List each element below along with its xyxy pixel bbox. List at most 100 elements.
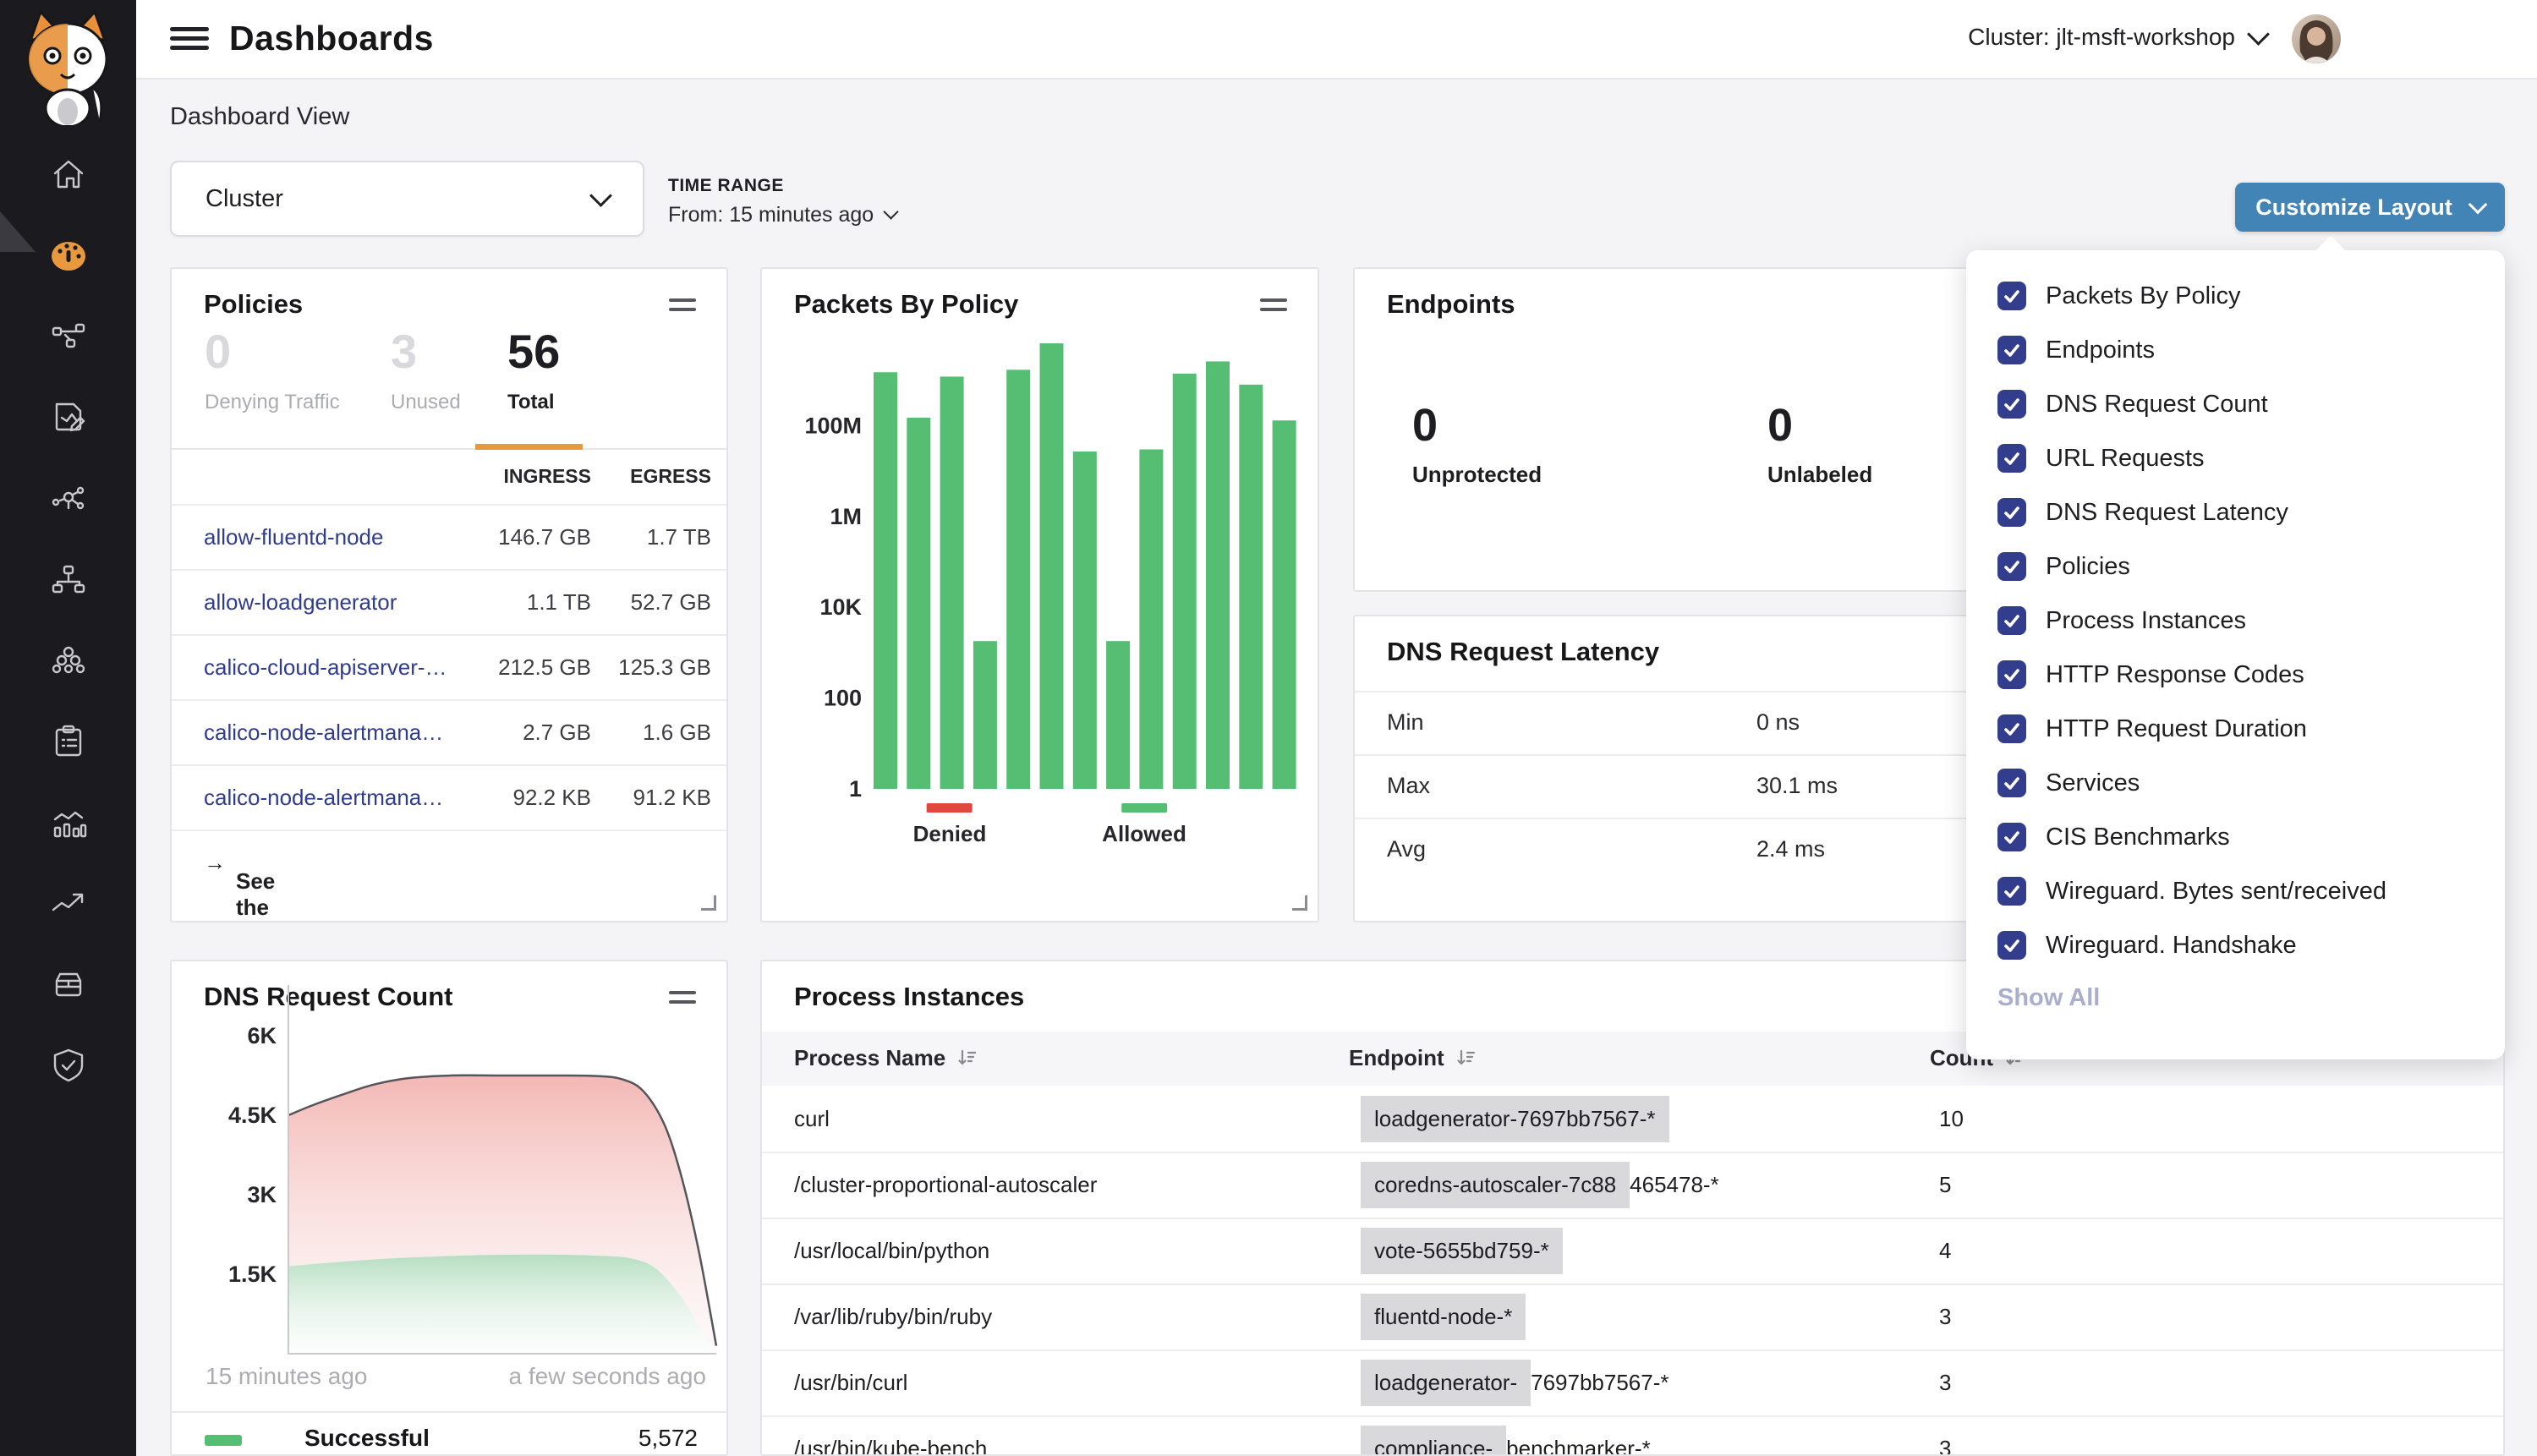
storage-icon	[48, 964, 89, 1004]
cluster-selector[interactable]: Cluster: jlt-msft-workshop	[1968, 24, 2266, 51]
checkbox-checked-icon[interactable]	[1997, 336, 2026, 364]
dns-request-count-panel: DNS Request Count 1.5K3K4.5K6K15 minutes…	[170, 960, 728, 1456]
time-range-control[interactable]: TIME RANGE From: 15 minutes ago	[668, 176, 896, 227]
layout-option-packets-by-policy[interactable]: Packets By Policy	[1966, 269, 2505, 323]
svg-text:4.5K: 4.5K	[228, 1103, 277, 1128]
dns-count-legend: Successful 5,572	[172, 1411, 728, 1456]
sidebar-item-dashboards[interactable]	[0, 216, 136, 297]
checkbox-checked-icon[interactable]	[1997, 390, 2026, 419]
process-name: /cluster-proportional-autoscaler	[794, 1172, 1097, 1198]
policies-panel: Policies 0Denying Traffic3Unused56Total …	[170, 267, 728, 922]
sidebar-item-service-graph[interactable]	[0, 296, 136, 377]
policies-stats: 0Denying Traffic 3Unused 56Total	[172, 328, 726, 430]
layout-option-dns-request-latency[interactable]: DNS Request Latency	[1966, 485, 2505, 539]
policies-tab-denying-traffic[interactable]: 0Denying Traffic	[205, 328, 340, 414]
process-name: /usr/bin/curl	[794, 1370, 907, 1396]
policy-link[interactable]: allow-loadgenerator	[204, 589, 397, 616]
policy-row: calico-cloud-apiserver-… 212.5 GB 125.3 GB	[172, 634, 726, 699]
customize-layout-button[interactable]: Customize Layout	[2235, 183, 2505, 232]
customize-layout-label: Customize Layout	[2255, 194, 2452, 221]
policy-link[interactable]: calico-node-alertmana…	[204, 785, 443, 811]
calico-cat-logo[interactable]	[15, 7, 120, 125]
calico-cloud-dashboard: Dashboards Cluster: jlt-msft-workshop Da…	[0, 0, 2537, 1456]
layout-option-cis-benchmarks[interactable]: CIS Benchmarks	[1966, 810, 2505, 864]
sidebar-item-statistics[interactable]	[0, 782, 136, 863]
legend-denied[interactable]: Denied	[913, 803, 987, 847]
policy-link[interactable]: calico-node-alertmana…	[204, 720, 443, 746]
checkbox-checked-icon[interactable]	[1997, 769, 2026, 797]
sidebar-item-network-sets[interactable]	[0, 458, 136, 539]
ingress-value: 212.5 GB	[498, 654, 591, 681]
layout-option-services[interactable]: Services	[1966, 756, 2505, 810]
menu-icon[interactable]	[170, 22, 209, 56]
checkbox-checked-icon[interactable]	[1997, 823, 2026, 851]
layout-option-http-request-duration[interactable]: HTTP Request Duration	[1966, 702, 2505, 756]
checkbox-checked-icon[interactable]	[1997, 498, 2026, 527]
layout-option-wireguard-bytes-sent-received[interactable]: Wireguard. Bytes sent/received	[1966, 864, 2505, 918]
sidebar-item-workloads[interactable]	[0, 620, 136, 701]
packets-by-policy-panel: Packets By Policy 110010K1M100M DeniedAl…	[760, 267, 1319, 922]
policy-link[interactable]: calico-cloud-apiserver-…	[204, 654, 447, 681]
layout-option-url-requests[interactable]: URL Requests	[1966, 431, 2505, 485]
process-row: /usr/bin/curlloadgenerator-7697bb7567-*3	[762, 1349, 2503, 1417]
sidebar-item-storage[interactable]	[0, 944, 136, 1025]
successful-swatch	[205, 1435, 242, 1446]
endpoint-cell: loadgenerator-7697bb7567-*	[1361, 1360, 1669, 1406]
process-name: /var/lib/ruby/bin/ruby	[794, 1304, 992, 1330]
egress-value: 1.6 GB	[643, 720, 711, 746]
checkbox-checked-icon[interactable]	[1997, 714, 2026, 743]
checkbox-checked-icon[interactable]	[1997, 931, 2026, 960]
process-row: /cluster-proportional-autoscalercoredns-…	[762, 1152, 2503, 1219]
dropdown-caret	[2315, 236, 2347, 267]
checkbox-checked-icon[interactable]	[1997, 606, 2026, 635]
sort-by-process-name[interactable]: Process Name	[794, 1045, 978, 1071]
egress-value: 125.3 GB	[618, 654, 711, 681]
compliance-reports-icon	[48, 721, 89, 762]
sort-by-endpoint[interactable]: Endpoint	[1349, 1045, 1477, 1071]
endpoint-cell: loadgenerator-7697bb7567-*	[1361, 1096, 1669, 1142]
user-avatar[interactable]	[2292, 14, 2341, 63]
checkbox-checked-icon[interactable]	[1997, 444, 2026, 473]
layout-option-endpoints[interactable]: Endpoints	[1966, 323, 2505, 377]
layout-option-dns-request-count[interactable]: DNS Request Count	[1966, 377, 2505, 431]
sidebar-item-compliance-reports[interactable]	[0, 701, 136, 782]
count-value: 5	[1939, 1172, 1951, 1198]
sidebar-item-hosts[interactable]	[0, 539, 136, 621]
layout-option-process-instances[interactable]: Process Instances	[1966, 594, 2505, 648]
svg-text:1: 1	[849, 776, 862, 802]
drag-handle-icon[interactable]	[669, 293, 696, 317]
checkbox-checked-icon[interactable]	[1997, 282, 2026, 310]
cluster-selector-label: Cluster: jlt-msft-workshop	[1968, 24, 2235, 51]
sidebar-item-timeline[interactable]	[0, 862, 136, 944]
dashboard-view-label: Dashboard View	[170, 103, 349, 131]
policy-row: allow-loadgenerator1.1 TB52.7 GB	[172, 569, 726, 634]
ingress-column-header: INGRESS	[503, 465, 591, 488]
see-full-list-link[interactable]: → See the full list	[172, 829, 726, 895]
layout-option-http-response-codes[interactable]: HTTP Response Codes	[1966, 648, 2505, 702]
successful-label: Successful	[304, 1425, 430, 1452]
policies-tab-total[interactable]: 56Total	[507, 328, 560, 414]
egress-value: 1.7 TB	[647, 524, 711, 550]
sidebar-item-threat-defense[interactable]	[0, 1025, 136, 1106]
resize-handle[interactable]	[701, 895, 716, 911]
policy-link[interactable]: allow-fluentd-node	[204, 524, 383, 550]
policy-row: calico-node-alertmana…2.7 GB1.6 GB	[172, 699, 726, 764]
process-row: /usr/local/bin/pythonvote-5655bd759-*4	[762, 1218, 2503, 1285]
resize-handle[interactable]	[1292, 895, 1307, 911]
policies-tab-unused[interactable]: 3Unused	[391, 328, 461, 414]
legend-allowed[interactable]: Allowed	[1102, 803, 1186, 847]
process-name: /usr/bin/kube-bench	[794, 1436, 987, 1456]
policies-icon	[48, 397, 89, 438]
hosts-icon	[48, 560, 89, 600]
checkbox-checked-icon[interactable]	[1997, 552, 2026, 581]
egress-column-header: EGRESS	[630, 465, 711, 488]
layout-option-wireguard-handshake[interactable]: Wireguard. Handshake	[1966, 918, 2505, 972]
sidebar-item-policies[interactable]	[0, 377, 136, 458]
svg-text:3K: 3K	[247, 1182, 277, 1207]
show-all-link[interactable]: Show All	[1997, 984, 2100, 1012]
sidebar-item-home[interactable]	[0, 134, 136, 216]
dashboard-view-select[interactable]: Cluster	[170, 161, 644, 237]
layout-option-policies[interactable]: Policies	[1966, 539, 2505, 594]
checkbox-checked-icon[interactable]	[1997, 877, 2026, 906]
checkbox-checked-icon[interactable]	[1997, 660, 2026, 689]
